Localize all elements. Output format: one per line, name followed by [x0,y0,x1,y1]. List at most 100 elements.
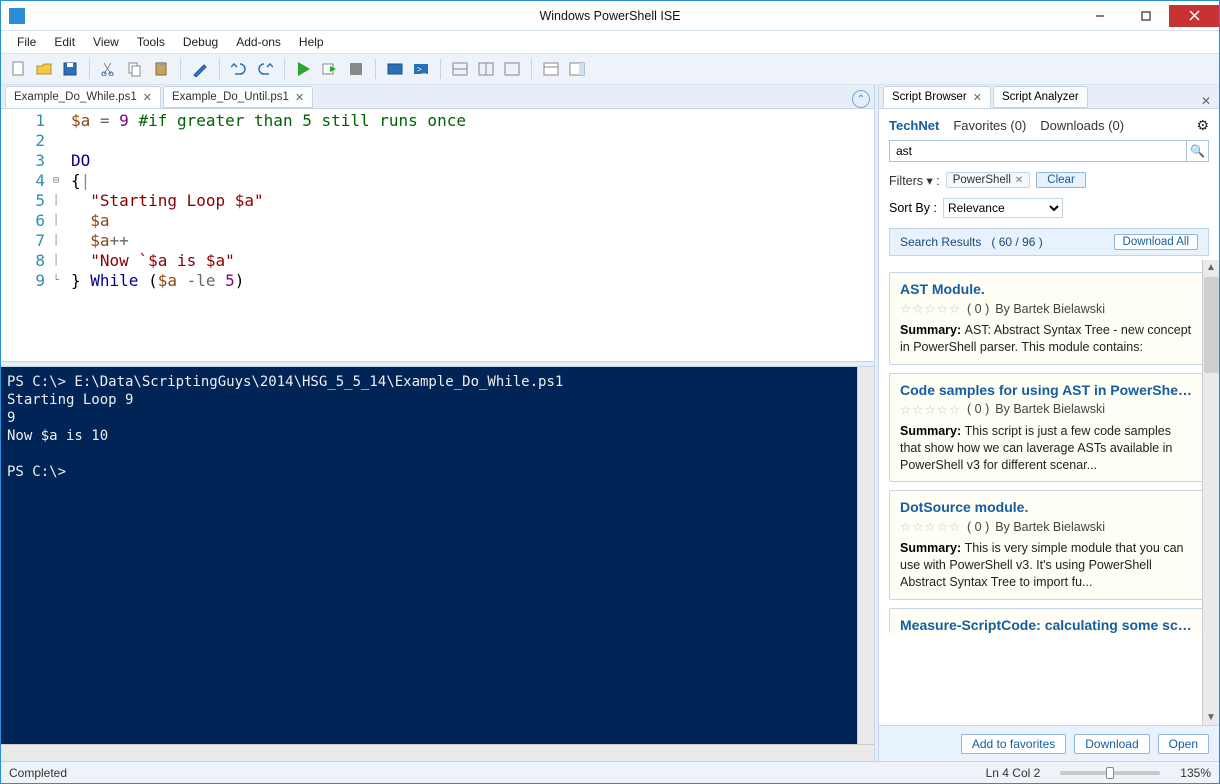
line-number: 7 [9,231,45,251]
menu-edit[interactable]: Edit [46,34,83,50]
clear-button[interactable]: Clear [1036,172,1085,188]
fold-toggle-icon[interactable]: ⊟ [53,171,69,191]
cut-icon[interactable] [98,58,120,80]
menu-tools[interactable]: Tools [129,34,173,50]
separator-icon [531,59,532,79]
search-input[interactable] [890,141,1186,161]
list-item[interactable]: Code samples for using AST in PowerShell… [889,373,1205,483]
close-icon[interactable]: ✕ [295,91,304,104]
remote-icon[interactable] [384,58,406,80]
code-token [177,271,187,290]
downloads-link[interactable]: Downloads (0) [1040,118,1124,133]
menu-addons[interactable]: Add-ons [228,34,289,50]
console-vscrollbar[interactable] [857,367,874,744]
results-vscrollbar[interactable]: ▲ ▼ [1202,260,1219,725]
console[interactable]: PS C:\> E:\Data\ScriptingGuys\2014\HSG_5… [1,367,857,744]
filters-label: Filters ▾ : [889,173,940,188]
close-icon[interactable]: ✕ [973,91,982,104]
remove-chip-icon[interactable]: ✕ [1015,175,1023,186]
gear-icon[interactable]: ⚙ [1196,117,1209,134]
expand-tabs-icon[interactable]: ⌃ [852,90,870,108]
code-token: ) [235,271,245,290]
showcommands-icon[interactable] [540,58,562,80]
filter-chip[interactable]: PowerShell ✕ [946,172,1031,188]
author: By Bartek Bielawski [995,520,1105,534]
close-panel-icon[interactable]: ✕ [1201,94,1211,108]
search-bar: 🔍 [889,140,1209,162]
rating: ( 0 ) [967,520,989,534]
line-number: 4 [9,171,45,191]
technet-link[interactable]: TechNet [889,118,939,133]
cursor-position: Ln 4 Col 2 [986,766,1041,780]
sb-header: TechNet Favorites (0) Downloads (0) ⚙ 🔍 … [879,109,1219,260]
open-button[interactable]: Open [1158,734,1209,754]
code-token: ( [138,271,157,290]
editor-tabs: Example_Do_While.ps1 ✕ Example_Do_Until.… [1,85,874,109]
powershell-icon[interactable]: >_ [410,58,432,80]
author: By Bartek Bielawski [995,302,1105,316]
separator-icon [180,59,181,79]
minimize-button[interactable] [1077,5,1123,27]
console-wrap: PS C:\> E:\Data\ScriptingGuys\2014\HSG_5… [1,367,874,744]
tab-script-analyzer[interactable]: Script Analyzer [993,86,1088,108]
fold-gutter: ⊟││││└ [53,109,69,361]
tab-do-until[interactable]: Example_Do_Until.ps1 ✕ [163,86,313,108]
scroll-down-icon[interactable]: ▼ [1206,712,1216,723]
zoom-slider[interactable] [1060,771,1160,775]
result-title: Code samples for using AST in PowerShell… [900,382,1194,398]
menu-debug[interactable]: Debug [175,34,226,50]
menu-view[interactable]: View [85,34,127,50]
add-favorites-button[interactable]: Add to favorites [961,734,1066,754]
editor-pane: Example_Do_While.ps1 ✕ Example_Do_Until.… [1,85,874,761]
download-button[interactable]: Download [1074,734,1149,754]
rating: ( 0 ) [967,302,989,316]
undo-icon[interactable] [228,58,250,80]
tab-do-while[interactable]: Example_Do_While.ps1 ✕ [5,86,161,108]
layout3-icon[interactable] [501,58,523,80]
showpanel-icon[interactable] [566,58,588,80]
open-icon[interactable] [33,58,55,80]
code-body[interactable]: $a = 9 #if greater than 5 still runs onc… [69,109,874,361]
redo-icon[interactable] [254,58,276,80]
caret-icon: | [81,171,91,190]
menu-help[interactable]: Help [291,34,332,50]
sb-footer: Add to favorites Download Open [879,725,1219,761]
run-icon[interactable] [293,58,315,80]
zoom-thumb[interactable] [1106,767,1114,779]
layout1-icon[interactable] [449,58,471,80]
hscrollbar[interactable] [1,744,874,761]
clear-icon[interactable] [189,58,211,80]
list-item[interactable]: DotSource module. ☆☆☆☆☆ ( 0 ) By Bartek … [889,490,1205,600]
copy-icon[interactable] [124,58,146,80]
layout2-icon[interactable] [475,58,497,80]
code-token [216,271,226,290]
list-item[interactable]: Measure-ScriptCode: calculating some scr… [889,608,1205,633]
results-header: Search Results ( 60 / 96 ) Download All [889,228,1209,256]
favorites-link[interactable]: Favorites (0) [953,118,1026,133]
sort-select[interactable]: Relevance [943,198,1063,218]
tab-label: Script Analyzer [1002,91,1079,103]
stop-icon[interactable] [345,58,367,80]
menu-file[interactable]: File [9,34,44,50]
paste-icon[interactable] [150,58,172,80]
result-meta: ☆☆☆☆☆ ( 0 ) By Bartek Bielawski [900,402,1194,417]
code-editor[interactable]: 1 2 3 4 5 6 7 8 9 ⊟││││└ $a = 9 #if grea… [1,109,874,361]
close-button[interactable] [1169,5,1219,27]
download-all-button[interactable]: Download All [1114,234,1198,250]
tab-script-browser[interactable]: Script Browser ✕ [883,86,991,108]
code-token: 9 [119,111,129,130]
new-icon[interactable] [7,58,29,80]
save-icon[interactable] [59,58,81,80]
window: Windows PowerShell ISE File Edit View To… [0,0,1220,784]
list-item[interactable]: AST Module. ☆☆☆☆☆ ( 0 ) By Bartek Bielaw… [889,272,1205,365]
scroll-up-icon[interactable]: ▲ [1206,262,1216,273]
maximize-button[interactable] [1123,5,1169,27]
run-selection-icon[interactable] [319,58,341,80]
results-count: ( 60 / 96 ) [991,235,1042,249]
search-icon[interactable]: 🔍 [1186,141,1208,161]
scroll-thumb[interactable] [1204,277,1219,373]
window-title: Windows PowerShell ISE [539,9,680,23]
sort-label: Sort By : [889,201,937,215]
result-meta: ☆☆☆☆☆ ( 0 ) By Bartek Bielawski [900,519,1194,534]
close-icon[interactable]: ✕ [143,91,152,104]
